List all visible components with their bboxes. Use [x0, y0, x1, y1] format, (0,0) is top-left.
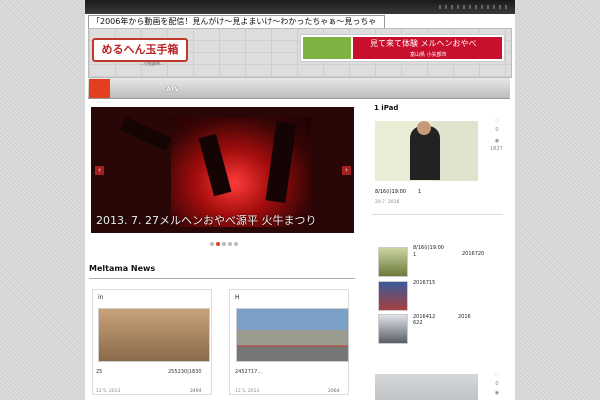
- mascot-image: [303, 37, 351, 59]
- nav-home-button[interactable]: [89, 79, 110, 98]
- news-card-image[interactable]: [236, 308, 349, 362]
- slider-next-button[interactable]: ›: [342, 166, 351, 175]
- banner-title: 見て来て体験 メルヘンおやべ: [370, 39, 477, 48]
- slider-dot[interactable]: [228, 242, 232, 246]
- news-card-text-right: 255230|1830: [168, 369, 202, 375]
- eye-icon: ◉: [494, 390, 500, 396]
- top-bar-decoration: [439, 5, 509, 9]
- featured-time: 8/16(i)19:00: [375, 189, 406, 195]
- news-card-date: 12 5, 2013: [235, 389, 260, 394]
- top-bar: [85, 0, 515, 14]
- mini-sub: 1: [413, 252, 417, 258]
- heart-icon[interactable]: ♡: [492, 373, 502, 379]
- sidebar-divider: [372, 214, 503, 215]
- featured-date: 20.7. 2016: [375, 200, 400, 205]
- featured-title[interactable]: 1 iPad: [374, 104, 398, 112]
- sidebar-bottom-image[interactable]: [375, 374, 478, 400]
- site-tagline: 「2006年から動画を配信！見んがけ〜見よまいけ〜わかったちゃぁ〜見っちゃぁ！」: [88, 15, 385, 38]
- likes-count: 0: [495, 381, 499, 387]
- mini-title[interactable]: 2016715: [413, 280, 435, 286]
- featured-num: 1: [417, 189, 422, 195]
- mini-thumb[interactable]: [378, 281, 408, 311]
- news-card-label: H: [235, 294, 240, 301]
- mini-right: 2016720: [462, 251, 485, 257]
- slider-dot[interactable]: [222, 242, 226, 246]
- main-navigation: [88, 78, 510, 99]
- views-count: 1827: [490, 146, 503, 152]
- mini-title[interactable]: 8/16(i)19:00: [413, 245, 444, 251]
- banner-city: 富山県 小矢部市: [410, 52, 447, 58]
- mini-thumb[interactable]: [378, 314, 408, 344]
- featured-person-head: [417, 121, 431, 135]
- heart-icon[interactable]: ♡: [492, 119, 502, 125]
- slider-dot[interactable]: [210, 242, 214, 246]
- site-logo[interactable]: めるへん玉手箱: [92, 38, 188, 62]
- slider-prev-button[interactable]: ‹: [95, 166, 104, 175]
- news-card-label: in: [98, 294, 104, 301]
- news-section-title: Meltama News: [89, 264, 156, 273]
- section-divider: [89, 278, 355, 279]
- news-card-image[interactable]: [98, 308, 210, 362]
- featured-caption: 8/16(i)19:00 1: [375, 189, 421, 195]
- mini-sub: 622: [413, 320, 423, 326]
- likes-count: 0: [495, 127, 499, 133]
- eye-icon: ◉: [494, 138, 500, 144]
- news-card-text: 2452717...: [235, 369, 263, 375]
- news-card-views: 2064: [328, 389, 340, 394]
- slider-pagination[interactable]: [210, 240, 240, 248]
- news-card-text: 25: [96, 369, 103, 375]
- mini-right: 2016: [458, 314, 471, 320]
- news-card-date: 12 5, 2013: [96, 389, 121, 394]
- slide-caption: 2013. 7. 27メルヘンおやべ源平 火牛まつり: [96, 214, 317, 227]
- slider-dot-active[interactable]: [216, 242, 220, 246]
- mini-thumb[interactable]: [378, 247, 408, 277]
- site-logo-subtitle: …小矢部市…: [140, 61, 164, 66]
- nav-item-catv[interactable]: CATV: [162, 86, 179, 93]
- slider-dot[interactable]: [234, 242, 238, 246]
- news-card-views: 2494: [190, 389, 202, 394]
